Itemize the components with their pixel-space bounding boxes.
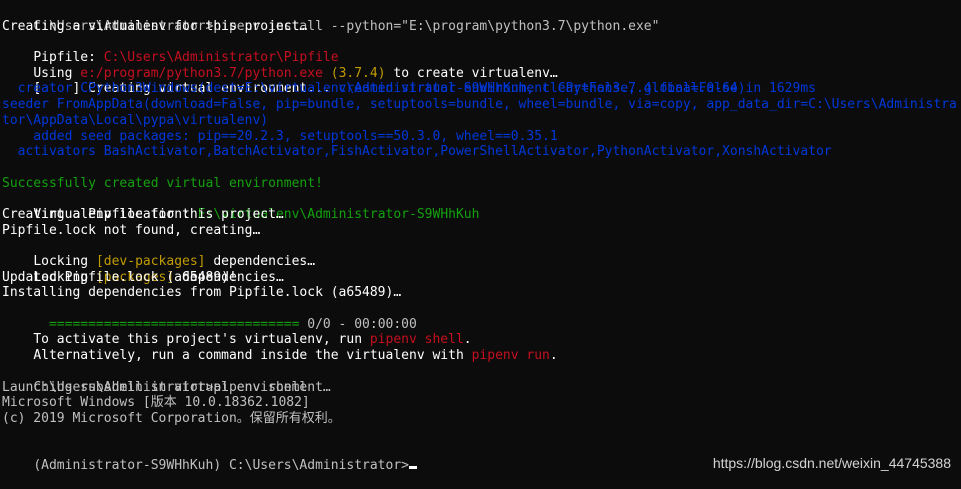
terminal-line: Creating a Pipfile for this project… xyxy=(2,206,284,222)
pipenv-run-command: pipenv run xyxy=(471,348,550,364)
terminal-output[interactable]: C:\Users\Administrator>pipenv install --… xyxy=(2,3,961,473)
terminal-line: C:\Users\Administrator>pipenv shell xyxy=(2,364,961,395)
cursor xyxy=(409,465,417,469)
period: . xyxy=(549,348,558,364)
terminal-line: Locking [dev-packages] dependencies… xyxy=(2,238,961,269)
activate-hint: To activate this project's virtualenv, r… xyxy=(33,332,370,348)
dependencies-text: dependencies… xyxy=(205,254,316,270)
terminal-line: Successfully created virtual environment… xyxy=(2,175,323,191)
terminal-line: (c) 2019 Microsoft Corporation。保留所有权利。 xyxy=(2,410,341,426)
using-label: Using xyxy=(33,65,81,81)
progress-bar: ================================ xyxy=(33,316,300,332)
using-suffix: to create virtualenv… xyxy=(385,65,558,81)
terminal-line: Pipfile.lock not found, creating… xyxy=(2,222,261,238)
terminal-line: Installing dependencies from Pipfile.loc… xyxy=(2,285,402,301)
pipfile-label: Pipfile: xyxy=(33,50,104,66)
terminal-line: Microsoft Windows [版本 10.0.18362.1082] xyxy=(2,395,310,411)
python-path: e:/program/python3.7/python.exe xyxy=(80,65,323,81)
terminal-line: added seed packages: pip==20.2.3, setupt… xyxy=(2,128,558,144)
terminal-line: Virtualenv location: E:\virtualenv\Admin… xyxy=(2,191,961,222)
progress-count: 0/0 - 00:00:00 xyxy=(299,316,417,332)
pipenv-shell-command: pipenv shell xyxy=(369,332,464,348)
venv-prompt: (Administrator-S9WHhKuh) C:\Users\Admini… xyxy=(33,457,409,473)
terminal-line: Updated Pipfile.lock (a65489)! xyxy=(2,269,237,285)
alternative-hint: Alternatively, run a command inside the … xyxy=(33,348,472,364)
terminal-line: Pipfile: C:\Users\Administrator\Pipfile xyxy=(2,34,961,65)
pipfile-path: C:\Users\Administrator\Pipfile xyxy=(103,50,339,66)
period: . xyxy=(463,332,472,348)
locking-label: Locking xyxy=(33,254,96,270)
terminal-line: Launching subshell in virtual environmen… xyxy=(2,379,331,395)
watermark: https://blog.csdn.net/weixin_44745388 xyxy=(712,455,951,472)
terminal-line: creator CPython3Windows(dest=E:\virtuale… xyxy=(2,81,746,97)
progress-line: ================================ 0/0 - 0… xyxy=(2,301,961,332)
dev-packages-tag: [dev-packages] xyxy=(95,254,206,270)
terminal-line: activators BashActivator,BatchActivator,… xyxy=(2,144,832,160)
terminal-line: seeder FromAppData(download=False, pip=b… xyxy=(2,97,957,128)
terminal-line: C:\Users\Administrator>pipenv install --… xyxy=(2,3,961,34)
python-version: (3.7.4) xyxy=(322,65,386,81)
